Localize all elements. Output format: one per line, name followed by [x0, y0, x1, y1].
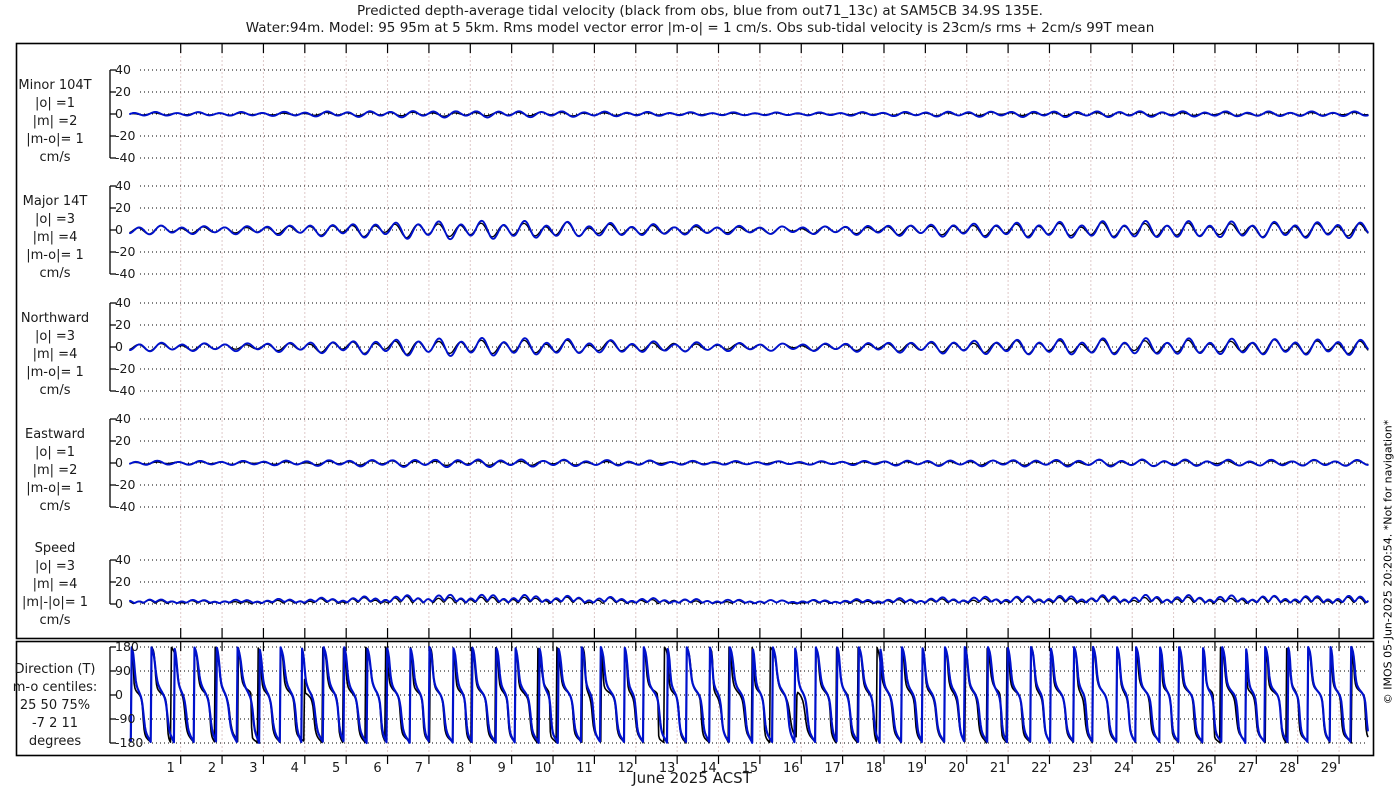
y-axis-bracket-direction: [109, 646, 116, 744]
plot-canvas: [15, 42, 1375, 764]
model-series-speed: [129, 593, 1369, 605]
y-axis-bracket-eastward: [109, 418, 116, 508]
model-series-minor: [129, 110, 1369, 119]
imos-watermark-text: © IMOS 05-Jun-2025 20:20:54. *Not for na…: [1381, 419, 1395, 705]
y-axis-bracket-minor: [109, 69, 116, 159]
x-axis-label: June 2025 ACST: [632, 769, 752, 787]
tidal-velocity-figure: Predicted depth-average tidal velocity (…: [0, 0, 1400, 800]
y-axis-bracket-northward: [109, 302, 116, 392]
y-axis-bracket-major: [109, 185, 116, 275]
velocity-panels-frame: [15, 42, 1375, 640]
model-series-eastward: [129, 458, 1369, 469]
y-axis-bracket-speed: [109, 559, 116, 605]
